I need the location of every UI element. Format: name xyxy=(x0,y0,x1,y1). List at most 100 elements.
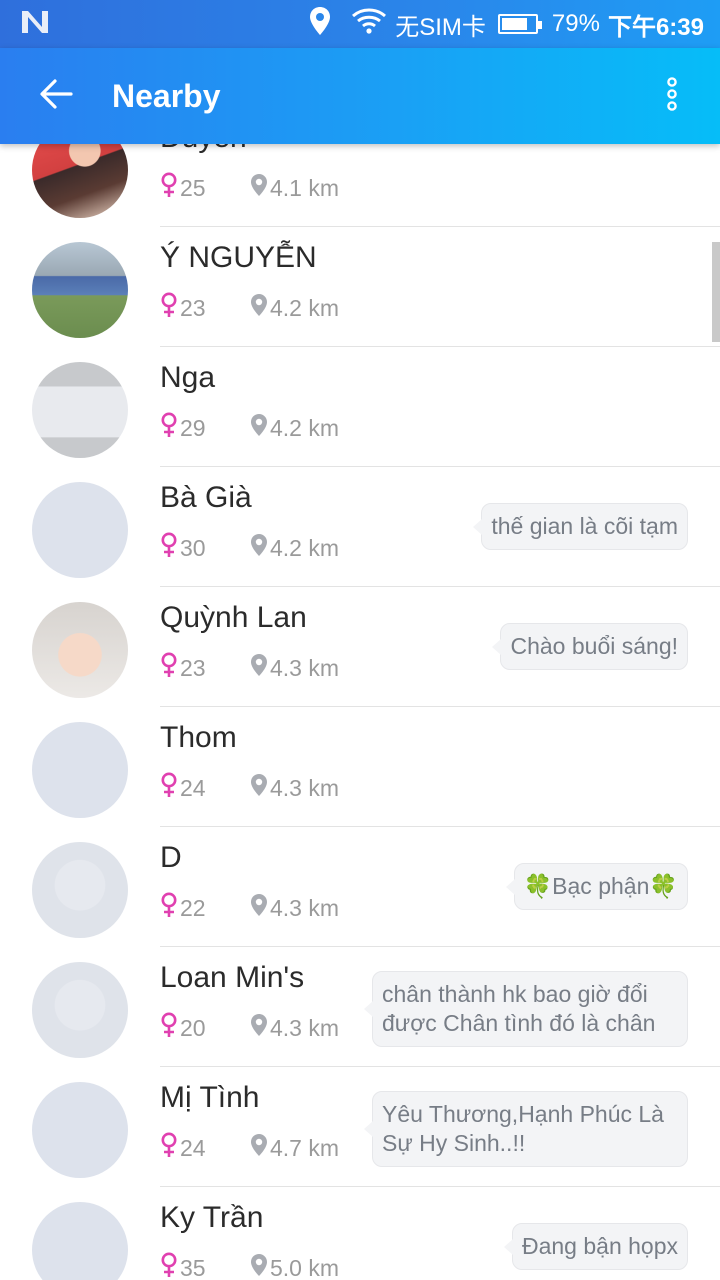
female-icon xyxy=(160,412,180,444)
gender-age: 29 xyxy=(160,412,250,444)
female-icon xyxy=(160,772,180,804)
gender-age: 24 xyxy=(160,1132,250,1164)
list-item-5[interactable]: Quỳnh Lan 23 4.3 km Chào buổi sáng! xyxy=(0,587,720,707)
distance: 4.2 km xyxy=(250,533,339,563)
user-name: Duyên xyxy=(160,144,247,155)
user-name: Thom xyxy=(160,721,237,754)
status-bubble: 🍀Bạc phận🍀 xyxy=(505,863,688,910)
user-distance: 4.2 km xyxy=(270,534,340,561)
location-pin-icon xyxy=(250,1133,270,1163)
distance: 4.3 km xyxy=(250,653,339,683)
distance: 4.3 km xyxy=(250,773,339,803)
location-pin-icon xyxy=(250,293,270,323)
location-pin-icon xyxy=(250,893,270,923)
avatar[interactable] xyxy=(32,722,128,818)
list-item-8[interactable]: Loan Min's 20 4.3 km chân thành hk bao g… xyxy=(0,947,720,1067)
status-bar: 无SIM卡 79% 下午6:39 xyxy=(0,0,720,48)
user-name: Mị Tình xyxy=(160,1081,260,1114)
location-icon xyxy=(309,6,331,43)
n-logo-icon xyxy=(20,9,50,40)
list-item-9[interactable]: Mị Tình 24 4.7 km Yêu Thương,Hạnh Phúc L… xyxy=(0,1067,720,1187)
female-icon xyxy=(160,892,180,924)
page-title: Nearby xyxy=(112,77,221,114)
list-item-1[interactable]: Duyên 25 4.1 km xyxy=(0,144,720,227)
wifi-icon xyxy=(351,7,387,42)
user-age: 35 xyxy=(180,1254,206,1280)
user-name: Ý NGUYỄN xyxy=(160,241,317,274)
female-icon xyxy=(160,1012,180,1044)
distance: 4.3 km xyxy=(250,893,339,923)
user-meta: 23 4.3 km xyxy=(160,652,339,684)
user-distance: 4.3 km xyxy=(270,774,340,801)
location-pin-icon xyxy=(250,1013,270,1043)
user-age: 23 xyxy=(180,654,206,681)
female-icon xyxy=(160,292,180,324)
list-item-2[interactable]: Ý NGUYỄN 23 4.2 km xyxy=(0,227,720,347)
avatar[interactable] xyxy=(32,242,128,338)
user-meta: 24 4.3 km xyxy=(160,772,339,804)
female-icon xyxy=(160,652,180,684)
avatar[interactable] xyxy=(32,602,128,698)
user-age: 20 xyxy=(180,1014,206,1041)
user-name: Loan Min's xyxy=(160,961,305,994)
list-item-7[interactable]: D 22 4.3 km 🍀Bạc phận🍀 xyxy=(0,827,720,947)
user-meta: 23 4.2 km xyxy=(160,292,339,324)
location-pin-icon xyxy=(250,653,270,683)
nearby-list[interactable]: Duyên 25 4.1 km xyxy=(0,144,720,1280)
scrollbar[interactable] xyxy=(712,242,720,342)
user-distance: 4.1 km xyxy=(270,174,340,201)
avatar[interactable] xyxy=(32,1082,128,1178)
female-icon xyxy=(160,532,180,564)
clock: 下午6:39 xyxy=(607,13,704,41)
battery-percent: 79% xyxy=(551,10,600,37)
user-distance: 4.7 km xyxy=(270,1134,340,1161)
user-meta: 30 4.2 km xyxy=(160,532,339,564)
user-name: Ky Trần xyxy=(160,1201,264,1234)
user-age: 29 xyxy=(180,414,206,441)
gender-age: 20 xyxy=(160,1012,250,1044)
avatar[interactable] xyxy=(32,1202,128,1280)
user-distance: 4.2 km xyxy=(270,294,340,321)
location-pin-icon xyxy=(250,413,270,443)
user-meta: 35 5.0 km xyxy=(160,1252,339,1280)
status-bubble: Yêu Thương,Hạnh Phúc Là Sự Hy Sinh..!! xyxy=(364,1091,688,1167)
user-age: 22 xyxy=(180,894,206,921)
distance: 4.7 km xyxy=(250,1133,339,1163)
gender-age: 30 xyxy=(160,532,250,564)
user-distance: 4.2 km xyxy=(270,414,340,441)
location-pin-icon xyxy=(250,1253,270,1280)
list-item-4[interactable]: Bà Già 30 4.2 km thế gian là cõi tạm xyxy=(0,467,720,587)
user-meta: 24 4.7 km xyxy=(160,1132,339,1164)
battery-icon xyxy=(497,14,542,34)
gender-age: 22 xyxy=(160,892,250,924)
user-age: 25 xyxy=(180,174,206,201)
distance: 4.3 km xyxy=(250,1013,339,1043)
overflow-menu-button[interactable] xyxy=(624,48,720,144)
list-item-6[interactable]: Thom 24 4.3 km xyxy=(0,707,720,827)
user-meta: 22 4.3 km xyxy=(160,892,339,924)
user-distance: 4.3 km xyxy=(270,894,340,921)
avatar[interactable] xyxy=(32,144,128,218)
user-distance: 4.3 km xyxy=(270,654,340,681)
list-item-3[interactable]: Nga 29 4.2 km xyxy=(0,347,720,467)
avatar[interactable] xyxy=(32,482,128,578)
app-bar: Nearby xyxy=(0,48,720,144)
avatar[interactable] xyxy=(32,362,128,458)
female-icon xyxy=(160,1132,180,1164)
gender-age: 24 xyxy=(160,772,250,804)
user-distance: 5.0 km xyxy=(270,1254,340,1280)
user-meta: 29 4.2 km xyxy=(160,412,339,444)
avatar[interactable] xyxy=(32,962,128,1058)
back-button[interactable] xyxy=(0,48,112,144)
female-icon xyxy=(160,1252,180,1280)
user-age: 24 xyxy=(180,1134,206,1161)
user-meta: 25 4.1 km xyxy=(160,172,339,204)
status-bubble: Đang bận họpx xyxy=(503,1223,688,1270)
avatar[interactable] xyxy=(32,842,128,938)
list-item-10[interactable]: Ky Trần 35 5.0 km Đang bận họpx xyxy=(0,1187,720,1280)
user-name: D xyxy=(160,841,182,874)
distance: 4.1 km xyxy=(250,173,339,203)
more-vert-icon xyxy=(666,76,678,117)
user-name: Nga xyxy=(160,361,216,394)
user-age: 30 xyxy=(180,534,206,561)
